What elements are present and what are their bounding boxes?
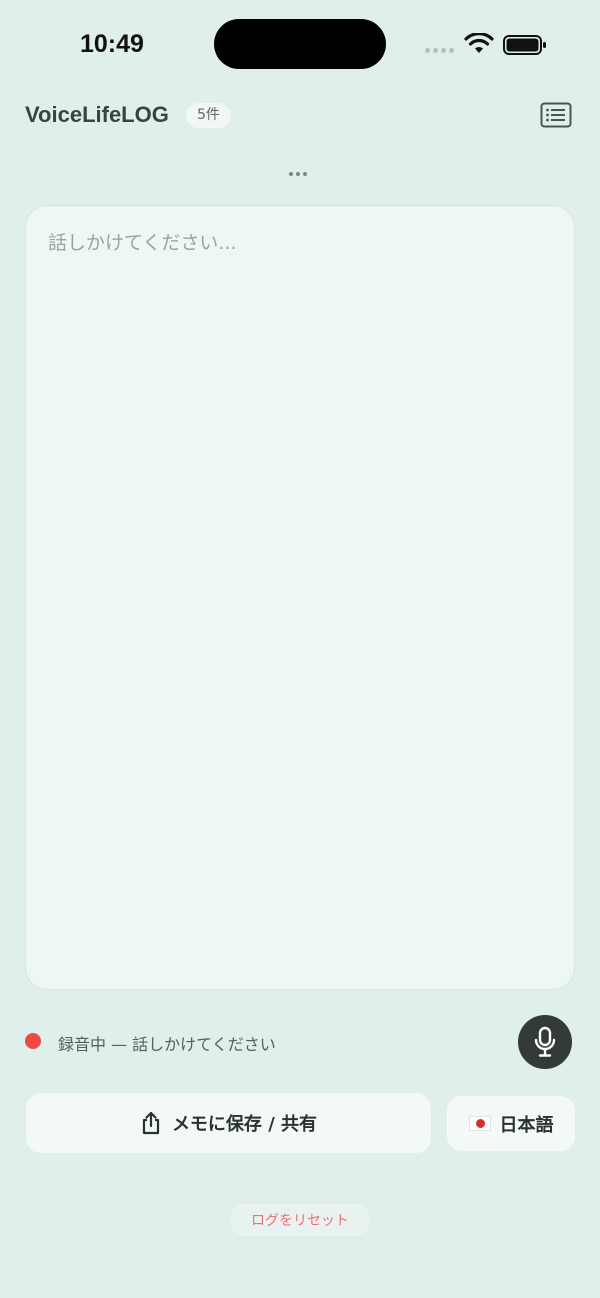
cellular-signal-icon xyxy=(425,48,454,53)
dynamic-island xyxy=(214,19,386,69)
status-bar: 10:49 xyxy=(0,0,600,90)
battery-icon xyxy=(503,35,546,55)
recording-status-text: 録音中 — 話しかけてください xyxy=(58,1035,276,1054)
more-options-icon[interactable] xyxy=(289,172,307,176)
mic-icon xyxy=(534,1026,556,1057)
list-icon xyxy=(540,102,572,128)
share-icon xyxy=(142,1111,160,1135)
japan-flag-icon xyxy=(468,1116,491,1131)
language-button[interactable]: 日本語 xyxy=(446,1095,576,1152)
log-list-button[interactable] xyxy=(538,100,574,130)
transcript-card xyxy=(25,205,575,990)
mic-button[interactable] xyxy=(518,1015,572,1069)
save-share-label: メモに保存 / 共有 xyxy=(171,1114,318,1135)
wifi-icon xyxy=(464,33,494,53)
language-label: 日本語 xyxy=(499,1114,554,1136)
reset-log-button[interactable]: ログをリセット xyxy=(228,1202,372,1238)
status-time: 10:49 xyxy=(80,30,144,58)
app-title: VoiceLifeLOG xyxy=(25,102,169,127)
recording-indicator xyxy=(25,1033,41,1049)
entry-count-badge: 5件 xyxy=(186,103,231,128)
transcript-input[interactable] xyxy=(48,228,548,968)
save-share-button[interactable]: メモに保存 / 共有 xyxy=(25,1092,432,1154)
